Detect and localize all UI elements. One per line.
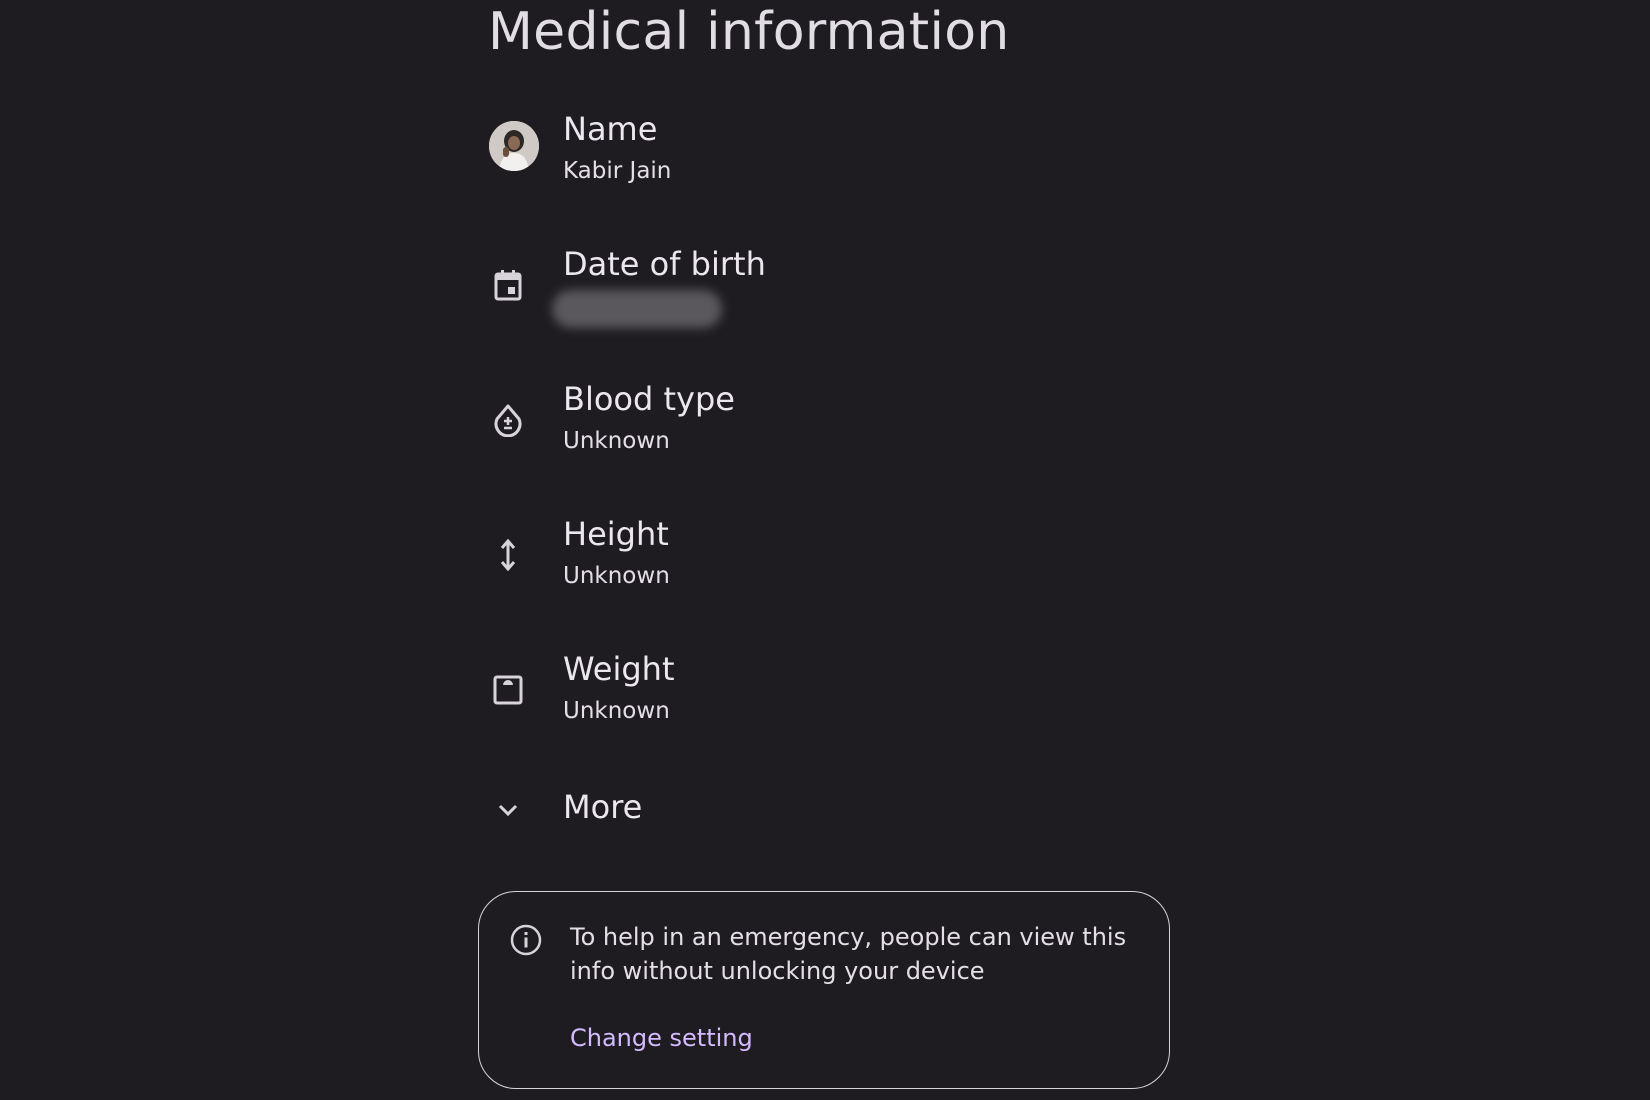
height-arrows-icon	[488, 535, 528, 575]
lock-screen-info-card: To help in an emergency, people can view…	[478, 891, 1170, 1089]
date-of-birth-label: Date of birth	[563, 245, 766, 283]
name-item[interactable]: Name Kabir Jain	[488, 108, 1188, 218]
blood-type-label: Blood type	[563, 380, 735, 418]
more-expander[interactable]: More	[488, 786, 1188, 836]
height-item[interactable]: Height Unknown	[488, 513, 1188, 623]
scale-icon	[488, 670, 528, 710]
height-label: Height	[563, 515, 669, 553]
medical-info-screen: Medical information Name Kabir Jain Date…	[0, 0, 1650, 1100]
blood-type-value: Unknown	[563, 428, 670, 454]
more-label: More	[563, 788, 643, 826]
height-value: Unknown	[563, 563, 670, 589]
info-text: To help in an emergency, people can view…	[570, 923, 1127, 985]
change-setting-link[interactable]: Change setting	[570, 1024, 753, 1052]
redacted-date-of-birth	[552, 290, 722, 328]
chevron-down-icon	[488, 790, 528, 830]
blood-drop-icon	[488, 400, 528, 440]
weight-label: Weight	[563, 650, 675, 688]
info-icon	[510, 924, 542, 956]
name-value: Kabir Jain	[563, 158, 672, 184]
weight-value: Unknown	[563, 698, 670, 724]
weight-item[interactable]: Weight Unknown	[488, 648, 1188, 758]
name-label: Name	[563, 110, 658, 148]
avatar	[489, 121, 539, 171]
avatar-image	[489, 121, 539, 171]
blood-type-item[interactable]: Blood type Unknown	[488, 378, 1188, 488]
calendar-icon	[488, 265, 528, 305]
page-title: Medical information	[488, 2, 1010, 62]
